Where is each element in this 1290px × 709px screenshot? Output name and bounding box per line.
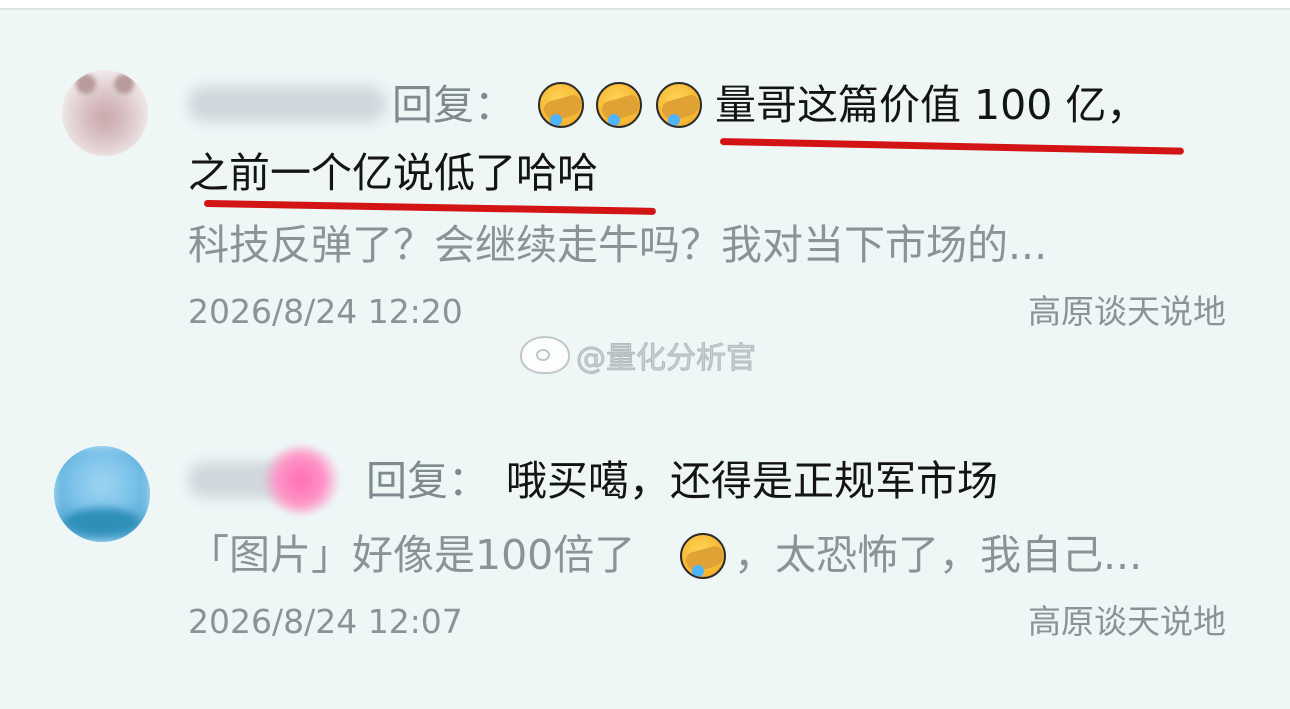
avatar[interactable] bbox=[62, 70, 148, 156]
avatar[interactable] bbox=[54, 446, 150, 542]
weibo-logo-icon bbox=[520, 336, 570, 374]
crying-laughing-face-icon bbox=[680, 533, 726, 579]
watermark-text: @量化分析官 bbox=[576, 341, 757, 377]
timestamp: 2026/8/24 12:07 bbox=[188, 602, 463, 641]
username-blurred[interactable] bbox=[188, 86, 386, 122]
reply-label: 回复： bbox=[366, 457, 489, 505]
crying-laughing-face-icon bbox=[538, 82, 584, 128]
watermark: @量化分析官 bbox=[520, 335, 757, 377]
reply-label: 回复： bbox=[392, 81, 515, 129]
source-name[interactable]: 高原谈天说地 bbox=[1028, 292, 1226, 332]
comment-text-line2[interactable]: 之前一个亿说低了哈哈 bbox=[188, 148, 598, 198]
crying-laughing-face-icon bbox=[596, 82, 642, 128]
timestamp: 2026/8/24 12:20 bbox=[188, 292, 463, 331]
original-post-preview[interactable]: 科技反弹了？会继续走牛吗？我对当下市场的... bbox=[188, 220, 1047, 270]
comment-text[interactable]: 哦买噶，还得是正规军市场 bbox=[506, 456, 998, 506]
crying-laughing-face-icon bbox=[656, 82, 702, 128]
heart-emoji-blurred bbox=[262, 446, 340, 514]
original-post-preview[interactable]: 「图片」好像是100倍了 bbox=[188, 530, 635, 580]
original-post-preview-cont[interactable]: ，太恐怖了，我自己... bbox=[734, 530, 1142, 580]
source-name[interactable]: 高原谈天说地 bbox=[1028, 602, 1226, 642]
comment-text[interactable]: 量哥这篇价值 100 亿， bbox=[715, 80, 1147, 130]
top-divider bbox=[0, 8, 1290, 10]
